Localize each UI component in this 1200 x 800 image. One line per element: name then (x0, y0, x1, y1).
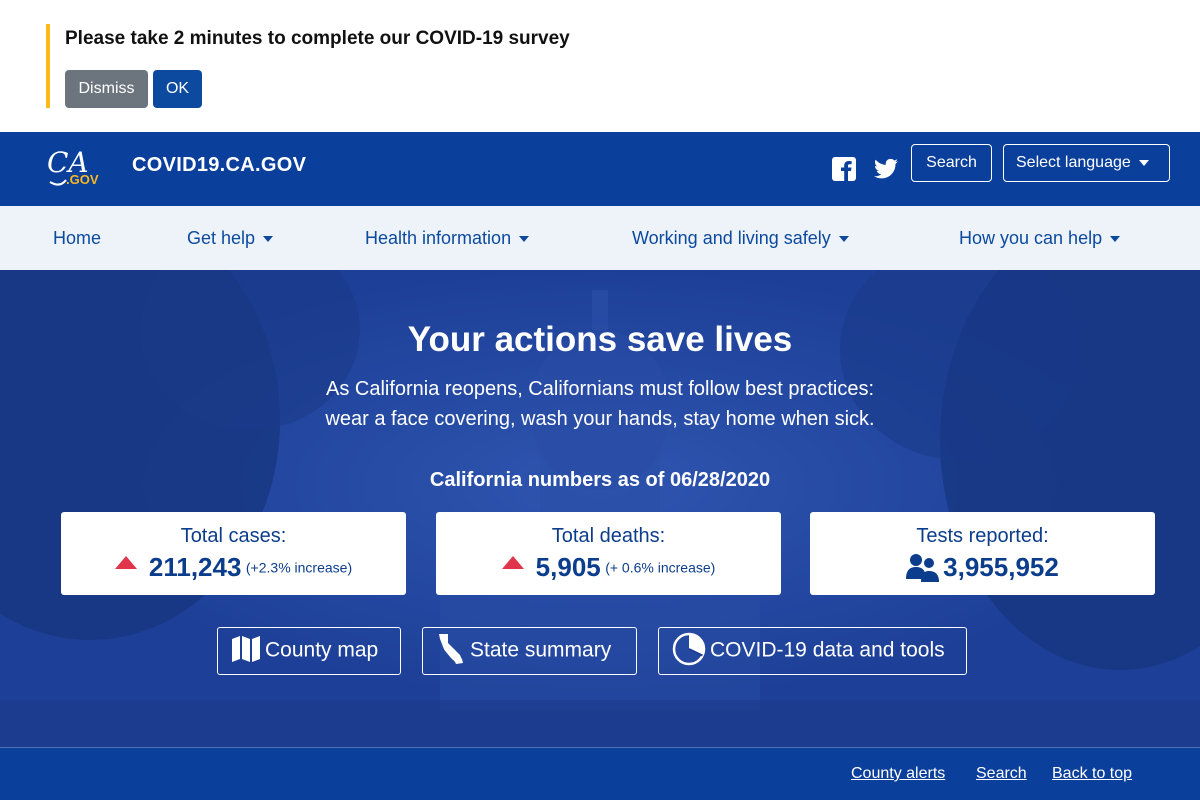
stat-label: Tests reported: (916, 525, 1049, 547)
nav-item-home[interactable]: Home (53, 206, 101, 270)
stat-card-total-deaths: Total deaths: 5,905 (+ 0.6% increase) (436, 512, 781, 595)
chevron-down-icon (519, 236, 530, 243)
chevron-down-icon (838, 236, 849, 243)
language-select[interactable]: Select language (1003, 144, 1170, 182)
state-summary-button[interactable]: State summary (422, 627, 637, 675)
stat-increase: (+2.3% increase) (245, 559, 353, 576)
nav-item-label: Get help (187, 228, 256, 248)
california-icon (439, 634, 463, 664)
hero-section: Your actions save lives As California re… (0, 270, 1200, 747)
stat-card-tests-reported: Tests reported: 3,955,952 (810, 512, 1155, 595)
nav-item-working-living-safely[interactable]: Working and living safely (632, 206, 849, 270)
nav-item-label: How you can help (959, 228, 1103, 248)
ca-gov-logo[interactable]: CA .GOV (46, 144, 102, 188)
twitter-icon[interactable] (873, 156, 899, 182)
county-map-label: County map (265, 638, 379, 662)
facebook-icon[interactable] (831, 156, 857, 182)
nav-item-get-help[interactable]: Get help (187, 206, 274, 270)
survey-message: Please take 2 minutes to complete our CO… (65, 28, 570, 49)
stat-label: Total deaths: (551, 525, 666, 547)
hero-subtitle: As California reopens, Californians must… (300, 374, 900, 434)
header-search-button[interactable]: Search (911, 144, 992, 182)
stat-value: 5,905 (535, 552, 601, 582)
stat-row: 211,243 (+2.3% increase) (61, 552, 406, 583)
county-map-button[interactable]: County map (217, 627, 401, 675)
chevron-down-icon (1138, 159, 1149, 166)
language-select-label: Select language (1016, 154, 1131, 171)
nav-item-label: Health information (365, 228, 512, 248)
svg-text:.GOV: .GOV (66, 172, 99, 187)
nav-item-label: Working and living safely (632, 228, 831, 248)
hero-subtitle-line: As California reopens, Californians must… (325, 378, 875, 400)
increase-arrow-icon (501, 556, 524, 569)
nav-item-label: Home (53, 228, 102, 248)
covid-data-tools-label: COVID-19 data and tools (710, 638, 945, 662)
numbers-heading: California numbers as of 06/28/2020 (429, 469, 771, 491)
stat-row: 3,955,952 (810, 552, 1155, 583)
ok-button[interactable]: OK (153, 70, 202, 108)
nav-item-health-information[interactable]: Health information (365, 206, 530, 270)
increase-arrow-icon (114, 556, 137, 569)
page-footer: County alerts Search Back to top (0, 747, 1200, 800)
stat-value: 211,243 (148, 552, 242, 582)
map-icon (232, 636, 260, 662)
site-header: CA .GOV COVID19.CA.GOV Search Select lan… (0, 132, 1200, 206)
main-nav: Home Get help Health information Working… (0, 206, 1200, 270)
covid-data-tools-button[interactable]: COVID-19 data and tools (658, 627, 967, 675)
chevron-down-icon (1110, 236, 1121, 243)
site-title[interactable]: COVID19.CA.GOV (132, 154, 306, 177)
nav-item-how-you-can-help[interactable]: How you can help (959, 206, 1121, 270)
people-icon (906, 553, 940, 582)
footer-link-back-to-top[interactable]: Back to top (1052, 765, 1132, 783)
pie-chart-icon (672, 632, 706, 666)
stat-card-total-cases: Total cases: 211,243 (+2.3% increase) (61, 512, 406, 595)
survey-banner: Please take 2 minutes to complete our CO… (0, 0, 1200, 132)
footer-link-county-alerts[interactable]: County alerts (851, 765, 945, 783)
hero-subtitle-line: wear a face covering, wash your hands, s… (325, 408, 875, 430)
stat-row: 5,905 (+ 0.6% increase) (436, 552, 781, 583)
stat-increase: (+ 0.6% increase) (605, 559, 716, 576)
hero-title: Your actions save lives (407, 320, 793, 359)
dismiss-button[interactable]: Dismiss (65, 70, 148, 108)
stat-label: Total cases: (180, 525, 287, 547)
state-summary-label: State summary (470, 638, 612, 662)
footer-link-search[interactable]: Search (976, 765, 1027, 783)
chevron-down-icon (263, 236, 274, 243)
stat-value: 3,955,952 (943, 552, 1059, 582)
survey-accent-bar (46, 24, 50, 108)
